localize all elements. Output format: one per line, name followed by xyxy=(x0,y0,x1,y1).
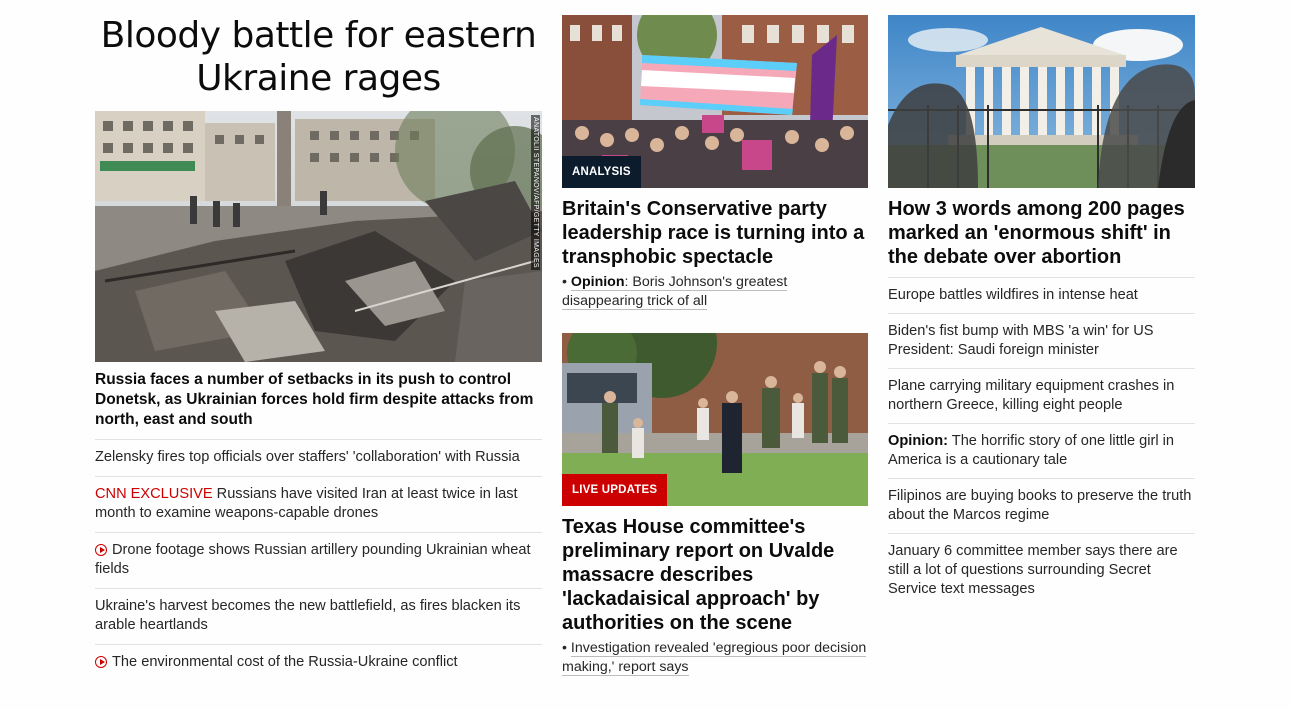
list-item-text: Europe battles wildfires in intense heat xyxy=(888,287,1138,303)
related-link-text: Investigation revealed 'egregious poor d… xyxy=(562,640,867,676)
list-item[interactable]: Plane carrying military equipment crashe… xyxy=(888,368,1195,423)
story-headline-link[interactable]: How 3 words among 200 pages marked an 'e… xyxy=(888,197,1195,269)
lead-story-link[interactable]: Russia faces a number of setbacks in its… xyxy=(95,370,542,430)
list-item[interactable]: Zelensky fires top officials over staffe… xyxy=(95,439,542,476)
list-item-text: Zelensky fires top officials over staffe… xyxy=(95,449,520,465)
list-item[interactable]: Europe battles wildfires in intense heat xyxy=(888,277,1195,313)
tertiary-story-column: How 3 words among 200 pages marked an 'e… xyxy=(888,0,1195,607)
analysis-tag: ANALYSIS xyxy=(562,156,641,188)
list-item[interactable]: Ukraine's harvest becomes the new battle… xyxy=(95,588,542,644)
list-item-text: Filipinos are buying books to preserve t… xyxy=(888,488,1192,523)
list-item-text: Ukraine's harvest becomes the new battle… xyxy=(95,598,521,633)
opinion-label: Opinion: xyxy=(888,433,948,449)
main-headline[interactable]: Bloody battle for eastern Ukraine rages xyxy=(95,14,542,100)
play-icon xyxy=(95,544,107,556)
protest-photo[interactable]: ANALYSIS xyxy=(562,15,868,188)
ukraine-rubble-photo[interactable]: ANATOLII STEPANOV/AFP/GETTY IMAGES xyxy=(95,111,542,362)
related-link[interactable]: • Investigation revealed 'egregious poor… xyxy=(562,639,868,677)
list-item[interactable]: Drone footage shows Russian artillery po… xyxy=(95,532,542,588)
list-item[interactable]: January 6 committee member says there ar… xyxy=(888,533,1195,607)
supreme-court-photo[interactable] xyxy=(888,15,1195,188)
story-headline-link[interactable]: Texas House committee's preliminary repo… xyxy=(562,515,868,635)
uvalde-photo[interactable]: LIVE UPDATES xyxy=(562,333,868,506)
list-item-text: Drone footage shows Russian artillery po… xyxy=(95,542,531,577)
related-link[interactable]: • Opinion: Boris Johnson's greatest disa… xyxy=(562,273,868,311)
list-item[interactable]: The environmental cost of the Russia-Ukr… xyxy=(95,644,542,681)
photo-credit: ANATOLII STEPANOV/AFP/GETTY IMAGES xyxy=(531,115,540,270)
secondary-story-column: ANALYSIS Britain's Conservative party le… xyxy=(562,0,868,677)
list-item[interactable]: Filipinos are buying books to preserve t… xyxy=(888,478,1195,533)
live-updates-tag: LIVE UPDATES xyxy=(562,474,668,506)
list-item[interactable]: Biden's fist bump with MBS 'a win' for U… xyxy=(888,313,1195,368)
list-item[interactable]: Opinion: The horrific story of one littl… xyxy=(888,423,1195,478)
play-icon xyxy=(95,656,107,668)
opinion-label: Opinion xyxy=(570,274,625,290)
main-story-column: Bloody battle for eastern Ukraine rages xyxy=(95,0,542,681)
list-item[interactable]: CNN EXCLUSIVE Russians have visited Iran… xyxy=(95,476,542,532)
list-item-text: January 6 committee member says there ar… xyxy=(888,543,1178,597)
story-headline-link[interactable]: Britain's Conservative party leadership … xyxy=(562,197,868,269)
list-item-text: The environmental cost of the Russia-Ukr… xyxy=(112,654,458,670)
list-item-text: Plane carrying military equipment crashe… xyxy=(888,378,1175,413)
list-item-text: Biden's fist bump with MBS 'a win' for U… xyxy=(888,323,1154,358)
exclusive-label: CNN EXCLUSIVE xyxy=(95,486,213,502)
